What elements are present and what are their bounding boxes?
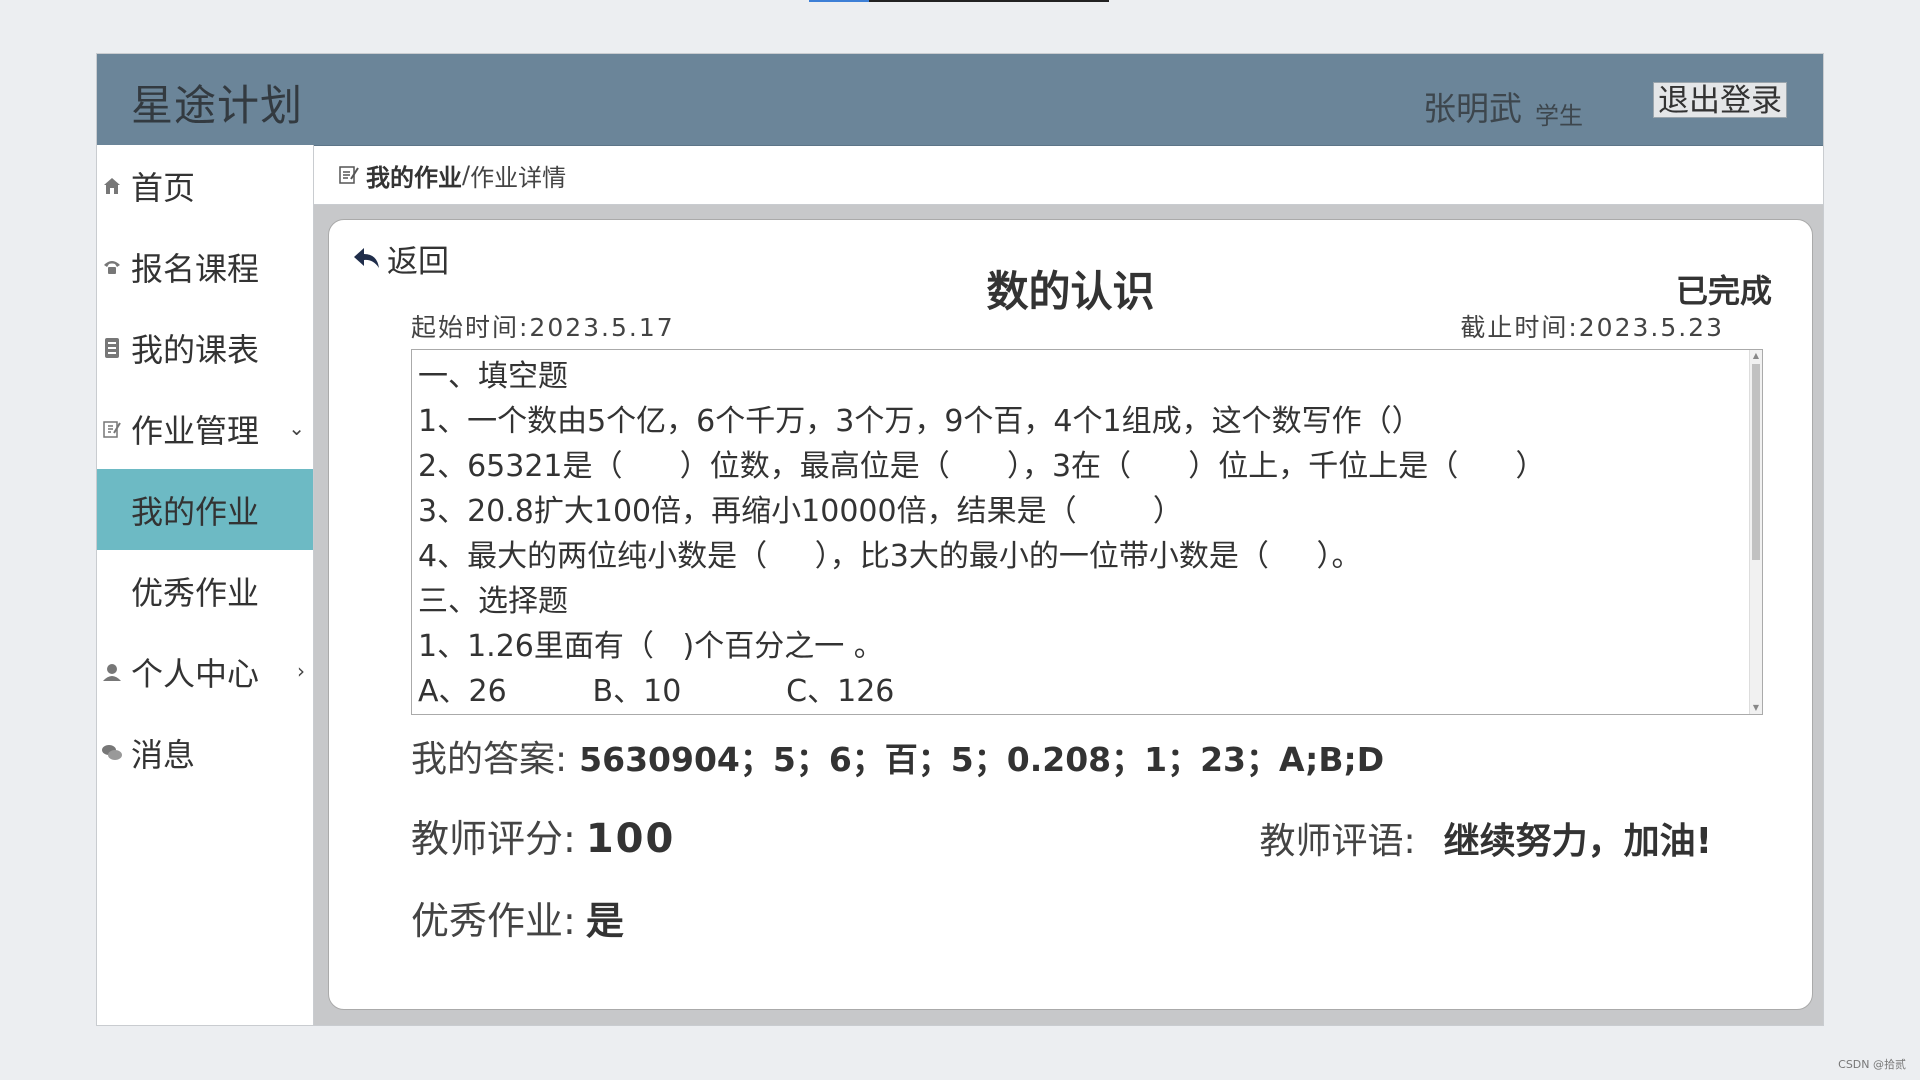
- sidebar-item-label: 首页: [131, 168, 196, 207]
- homework-detail-card: 返回 数的认识 已完成 起始时间:2023.5.17 截止时间:2023.5.2…: [328, 219, 1813, 1010]
- sidebar-item-enroll-courses[interactable]: 报名课程: [97, 226, 313, 307]
- sidebar-item-label: 消息: [131, 735, 196, 774]
- teacher-comment-row: 教师评语: 继续努力，加油!: [1259, 812, 1712, 864]
- vertical-scrollbar[interactable]: ▲ ▼: [1749, 350, 1762, 714]
- sidebar-item-excellent-homework[interactable]: 优秀作业: [97, 550, 313, 631]
- teacher-comment-label: 教师评语:: [1259, 821, 1416, 862]
- breadcrumb-current: 作业详情: [470, 163, 567, 192]
- edit-icon: [101, 419, 123, 439]
- sidebar-item-label: 报名课程: [131, 249, 260, 288]
- excellent-homework-value: 是: [585, 899, 624, 943]
- user-icon: [101, 662, 123, 682]
- user-name: 张明武: [1423, 89, 1522, 128]
- my-answer-row: 我的答案: 5630904；5；6；百；5；0.208；1；23；A;B;D: [411, 730, 1384, 782]
- scrollbar-thumb[interactable]: [1752, 364, 1760, 560]
- teacher-comment-value: 继续努力，加油!: [1443, 821, 1712, 862]
- sidebar-item-my-schedule[interactable]: 我的课表: [97, 307, 313, 388]
- breadcrumb-parent-link[interactable]: 我的作业: [366, 158, 462, 193]
- question-line: 1、1.26里面有（ )个百分之一 。: [418, 629, 884, 664]
- end-time: 截止时间:2023.5.23: [1460, 313, 1724, 342]
- chevron-down-icon: ⌄: [288, 416, 305, 440]
- brand-title: 星途计划: [131, 81, 304, 130]
- sidebar-item-my-homework[interactable]: 我的作业: [97, 469, 313, 550]
- teacher-score-label: 教师评分:: [411, 817, 576, 861]
- book-icon: [101, 337, 123, 359]
- sidebar-item-label: 个人中心: [131, 654, 260, 693]
- question-list: 一、填空题 1、一个数由5个亿，6个千万，3个万，9个百，4个1组成，这个数写作（…: [418, 354, 1746, 714]
- sidebar-item-personal-center[interactable]: 个人中心 ›: [97, 631, 313, 712]
- excellent-homework-row: 优秀作业: 是: [411, 890, 624, 945]
- sidebar-item-label: 优秀作业: [131, 573, 260, 612]
- question-line: 4、最大的两位纯小数是（ ），比3大的最小的一位带小数是（ ）。: [418, 539, 1362, 574]
- app-window: 星途计划 张明武 学生 退出登录 首页 报名课程 我的课表 作业管理 ⌄ 我的作…: [96, 53, 1824, 1026]
- sidebar-item-label: 作业管理: [131, 411, 260, 450]
- chevron-right-icon: ›: [297, 659, 305, 683]
- start-time: 起始时间:2023.5.17: [411, 313, 675, 342]
- user-role: 学生: [1535, 102, 1583, 130]
- question-line: A、26 B、10 C、126: [418, 674, 895, 709]
- phone-icon: [101, 257, 123, 277]
- sidebar-item-home[interactable]: 首页: [97, 145, 313, 226]
- watermark: CSDN @拾贰: [1838, 1058, 1906, 1071]
- sidebar-item-homework-management[interactable]: 作业管理 ⌄: [97, 388, 313, 469]
- teacher-score-value: 100: [585, 816, 676, 862]
- sidebar-item-label: 我的课表: [131, 330, 260, 369]
- sidebar: 首页 报名课程 我的课表 作业管理 ⌄ 我的作业 优秀作业 个人中心 › 消息: [97, 145, 314, 1025]
- logout-button[interactable]: 退出登录: [1653, 82, 1787, 119]
- my-answer-value: 5630904；5；6；百；5；0.208；1；23；A;B;D: [579, 740, 1385, 779]
- sidebar-item-label: 我的作业: [131, 492, 260, 531]
- question-line: 1、一个数由5个亿，6个千万，3个万，9个百，4个1组成，这个数写作（）: [418, 404, 1422, 439]
- my-answer-label: 我的答案:: [411, 739, 568, 780]
- homework-status-badge: 已完成: [1675, 272, 1772, 310]
- question-content-box[interactable]: 一、填空题 1、一个数由5个亿，6个千万，3个万，9个百，4个1组成，这个数写作（…: [411, 349, 1763, 715]
- excellent-homework-label: 优秀作业:: [411, 899, 576, 943]
- page-load-progress: [809, 0, 1109, 2]
- question-line: 2、65321是（ ）位数，最高位是（ ），3在（ ）位上，千位上是（ ）: [418, 449, 1546, 484]
- home-icon: [101, 176, 123, 196]
- sidebar-item-messages[interactable]: 消息: [97, 712, 313, 793]
- breadcrumb: 我的作业 / 作业详情: [314, 146, 1823, 205]
- question-line: 三、选择题: [418, 584, 568, 619]
- content-area: 返回 数的认识 已完成 起始时间:2023.5.17 截止时间:2023.5.2…: [314, 205, 1823, 1025]
- app-header: 星途计划 张明武 学生 退出登录: [97, 54, 1823, 146]
- question-line: 3、20.8扩大100倍，再缩小10000倍，结果是（ ）: [418, 494, 1183, 529]
- teacher-score-row: 教师评分: 100: [411, 808, 675, 863]
- chat-icon: [101, 743, 123, 763]
- breadcrumb-separator: /: [462, 161, 471, 189]
- scroll-down-icon[interactable]: ▼: [1750, 702, 1762, 714]
- edit-icon: [338, 164, 360, 186]
- scroll-up-icon[interactable]: ▲: [1750, 350, 1762, 362]
- question-line: 一、填空题: [418, 359, 568, 394]
